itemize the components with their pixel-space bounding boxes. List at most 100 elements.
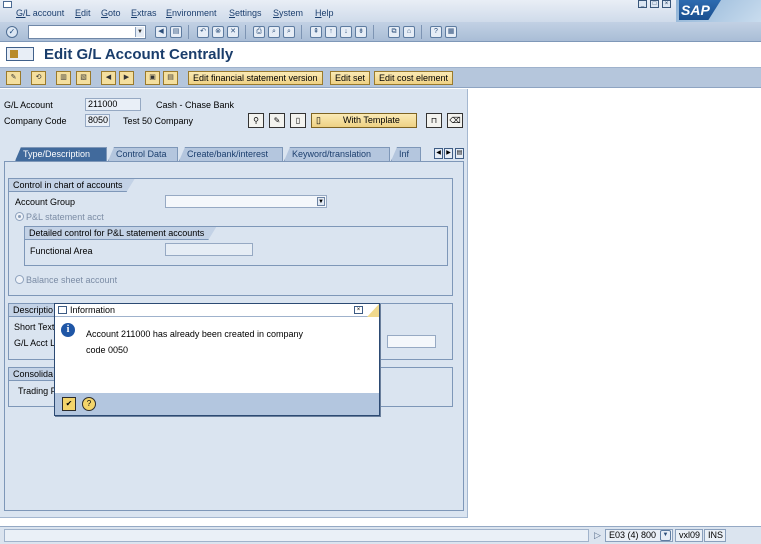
menu-bar: G/L account Edit Goto Extras Environment… bbox=[0, 0, 761, 22]
layout-menu-icon[interactable]: ▦ bbox=[445, 26, 457, 38]
tab-type-description[interactable]: Type/Description bbox=[15, 147, 107, 161]
detailed-control-group: Detailed control for P&L statement accou… bbox=[24, 226, 448, 266]
next-icon[interactable]: ▶ bbox=[119, 71, 134, 85]
edit-set-button[interactable]: Edit set bbox=[330, 71, 371, 85]
edit-cost-element-button[interactable]: Edit cost element bbox=[374, 71, 454, 85]
first-page-icon[interactable]: ⇞ bbox=[310, 26, 322, 38]
application-toolbar: ✎ ⟲ ▥ ▧ ◀ ▶ ▣ ▤ Edit financial statement… bbox=[0, 68, 761, 88]
status-bar: ▷ E03 (4) 800 ▼ vxl09 INS bbox=[0, 526, 761, 544]
system-info-dropdown-icon[interactable]: ▼ bbox=[660, 530, 671, 541]
where-used-icon[interactable]: ▣ bbox=[145, 71, 160, 85]
control-group-title: Control in chart of accounts bbox=[9, 179, 135, 192]
trash-icon[interactable]: ⌫ bbox=[447, 113, 463, 128]
tab-control-data[interactable]: Control Data bbox=[108, 147, 178, 161]
menu-system[interactable]: System bbox=[273, 8, 303, 18]
information-dialog: Information × i Account 211000 has alrea… bbox=[54, 303, 380, 416]
change-icon[interactable]: ⟲ bbox=[31, 71, 46, 85]
shortcut-icon[interactable]: ⌂ bbox=[403, 26, 415, 38]
company-code-label: Company Code bbox=[4, 116, 67, 126]
title-bar: Edit G/L Account Centrally bbox=[0, 42, 761, 68]
menu-settings[interactable]: Settings bbox=[229, 8, 262, 18]
toolbar-separator bbox=[421, 25, 422, 39]
dialog-corner-decoration bbox=[367, 304, 379, 317]
with-template-button[interactable]: ▯ With Template bbox=[311, 113, 417, 128]
account-group-dropdown[interactable]: ▼ bbox=[165, 195, 327, 208]
tab-keyword-translation[interactable]: Keyword/translation bbox=[284, 147, 390, 161]
exit-icon[interactable]: ⊗ bbox=[212, 26, 224, 38]
company-name: Test 50 Company bbox=[123, 116, 194, 126]
sap-logo: SAP bbox=[676, 0, 761, 22]
status-expand-icon[interactable]: ▷ bbox=[594, 530, 601, 541]
tab-scroll-left-icon[interactable]: ◀ bbox=[434, 148, 443, 159]
company-code-field[interactable]: 8050 bbox=[85, 114, 110, 127]
last-page-icon[interactable]: ⇟ bbox=[355, 26, 367, 38]
previous-icon[interactable]: ◀ bbox=[101, 71, 116, 85]
print-icon[interactable]: ⎙ bbox=[253, 26, 265, 38]
toolbar-separator bbox=[188, 25, 189, 39]
save-icon[interactable]: ▤ bbox=[170, 26, 182, 38]
command-field[interactable]: ▼ bbox=[28, 25, 146, 39]
dialog-message-line-2: code 0050 bbox=[86, 345, 129, 355]
standard-toolbar: ✓ ▼ ◀ ▤ ↶ ⊗ ✕ ⎙ ⌕ ⌕ ⇞ ↑ ↓ ⇟ ⧉ ⌂ ? ▦ bbox=[0, 22, 761, 42]
minimize-icon[interactable]: _ bbox=[638, 0, 647, 8]
window-menu-icon[interactable] bbox=[3, 1, 12, 8]
balance-sheet-radio[interactable] bbox=[15, 275, 24, 284]
menu-goto[interactable]: Goto bbox=[101, 8, 121, 18]
create-document-icon[interactable]: ▯ bbox=[290, 113, 306, 128]
server-name: vxl09 bbox=[675, 529, 703, 542]
previous-page-icon[interactable]: ↑ bbox=[325, 26, 337, 38]
menu-edit[interactable]: Edit bbox=[75, 8, 91, 18]
long-text-field[interactable] bbox=[387, 335, 436, 348]
close-window-icon[interactable]: × bbox=[662, 0, 671, 8]
long-text-label: G/L Acct L bbox=[14, 338, 56, 348]
continue-button[interactable]: ✔ bbox=[62, 397, 76, 411]
balance-sheet-label: Balance sheet account bbox=[26, 275, 118, 285]
lock-icon[interactable]: ⊓ bbox=[426, 113, 442, 128]
tab-information[interactable]: Inf bbox=[391, 147, 421, 161]
help-icon[interactable]: ? bbox=[430, 26, 442, 38]
menu-extras[interactable]: Extras bbox=[131, 8, 157, 18]
account-group-label: Account Group bbox=[15, 197, 76, 207]
tab-scroll-right-icon[interactable]: ▶ bbox=[444, 148, 453, 159]
toolbar-separator bbox=[301, 25, 302, 39]
dialog-help-button[interactable]: ? bbox=[82, 397, 96, 411]
arrow-left-icon[interactable]: ◀ bbox=[155, 26, 167, 38]
cancel-icon[interactable]: ✕ bbox=[227, 26, 239, 38]
tab-list-icon[interactable]: ▤ bbox=[455, 148, 464, 159]
display-change-icon[interactable]: ✎ bbox=[6, 71, 21, 85]
maximize-icon[interactable]: □ bbox=[650, 0, 659, 8]
block-icon[interactable]: ▥ bbox=[56, 71, 71, 85]
pl-statement-radio[interactable] bbox=[15, 212, 24, 221]
dialog-title: Information bbox=[70, 305, 116, 315]
short-text-label: Short Text bbox=[14, 322, 55, 332]
gl-account-field[interactable]: 211000 bbox=[85, 98, 141, 111]
back-icon[interactable]: ↶ bbox=[197, 26, 209, 38]
sap-logo-mark: SAP bbox=[679, 0, 721, 20]
trading-partner-label: Trading P bbox=[18, 386, 57, 396]
transaction-icon bbox=[6, 47, 34, 61]
toolbar-separator bbox=[245, 25, 246, 39]
menu-environment[interactable]: Environment bbox=[166, 8, 217, 18]
dialog-title-bar: Information × bbox=[55, 304, 379, 317]
control-group: Control in chart of accounts Account Gro… bbox=[8, 178, 453, 296]
menu-gl-account[interactable]: G/L account bbox=[16, 8, 64, 18]
dialog-message-line-1: Account 211000 has already been created … bbox=[86, 329, 303, 339]
tab-create-bank-interest[interactable]: Create/bank/interest bbox=[179, 147, 283, 161]
new-session-icon[interactable]: ⧉ bbox=[388, 26, 400, 38]
pl-statement-label: P&L statement acct bbox=[26, 212, 104, 222]
gl-account-label: G/L Account bbox=[4, 100, 53, 110]
documents-icon[interactable]: ▤ bbox=[163, 71, 178, 85]
close-icon[interactable]: × bbox=[354, 306, 363, 314]
chevron-down-icon[interactable]: ▼ bbox=[317, 197, 325, 206]
chevron-down-icon[interactable]: ▼ bbox=[135, 27, 144, 37]
menu-help[interactable]: Help bbox=[315, 8, 334, 18]
enter-icon[interactable]: ✓ bbox=[6, 26, 18, 38]
check-icon[interactable]: ⚲ bbox=[248, 113, 264, 128]
edit-financial-statement-version-button[interactable]: Edit financial statement version bbox=[188, 71, 323, 85]
find-next-icon[interactable]: ⌕ bbox=[283, 26, 295, 38]
next-page-icon[interactable]: ↓ bbox=[340, 26, 352, 38]
pencil-icon[interactable]: ✎ bbox=[269, 113, 285, 128]
find-icon[interactable]: ⌕ bbox=[268, 26, 280, 38]
functional-area-field[interactable] bbox=[165, 243, 253, 256]
delete-flag-icon[interactable]: ▧ bbox=[76, 71, 91, 85]
